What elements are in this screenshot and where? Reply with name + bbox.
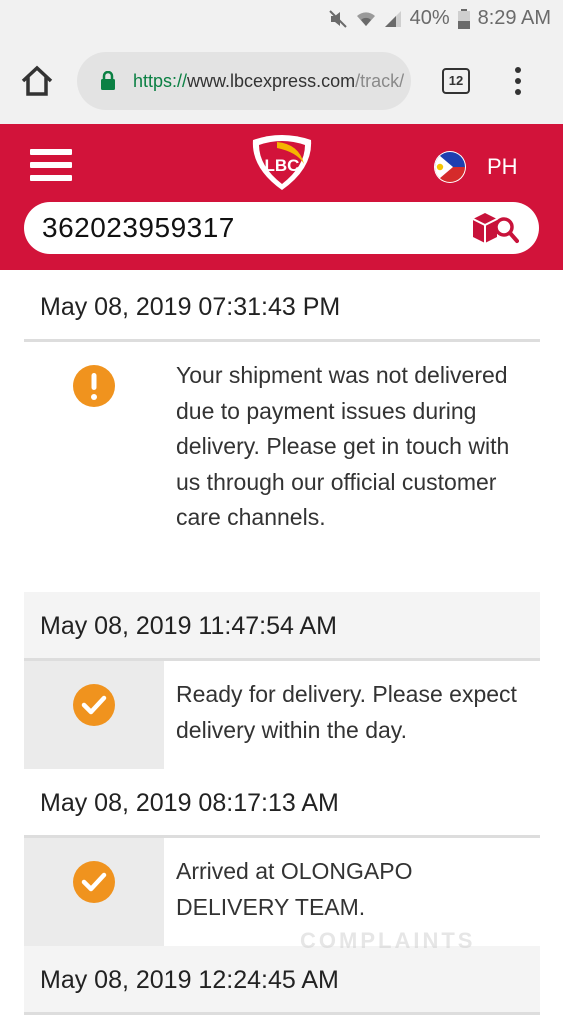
battery-level: 40%: [409, 7, 450, 29]
event-datetime-text: May 08, 2019 11:47:54 AM: [40, 612, 337, 640]
philippines-flag-icon[interactable]: [433, 150, 467, 189]
battery-icon: [457, 8, 470, 29]
site-header: LBC PH 362023959317: [0, 124, 563, 270]
tracking-search-field[interactable]: 362023959317: [24, 202, 539, 254]
watermark: COMPLAINTS: [300, 928, 476, 953]
clock: 8:29 AM: [477, 7, 551, 29]
event-datetime: May 08, 2019 11:47:54 AM: [24, 592, 540, 661]
home-icon[interactable]: [19, 63, 55, 99]
lock-icon: [100, 70, 116, 96]
event-message: Your shipment was not delivered due to p…: [176, 362, 510, 530]
address-bar[interactable]: https://www.lbcexpress.com/track/: [77, 52, 411, 110]
signal-icon: [384, 10, 402, 28]
event-datetime-text: May 08, 2019 08:17:13 AM: [40, 789, 339, 817]
event-icon-cell: [24, 838, 164, 946]
checkmark-icon: [72, 860, 116, 909]
overflow-menu-icon[interactable]: [513, 67, 523, 97]
event-datetime: May 08, 2019 12:24:45 AM: [24, 946, 540, 1015]
warning-icon: [72, 364, 116, 413]
event-icon-cell: [24, 342, 164, 590]
event-datetime-text: May 08, 2019 07:31:43 PM: [40, 293, 341, 321]
tab-switcher-button[interactable]: 12: [442, 68, 470, 94]
tracking-number-input[interactable]: 362023959317: [42, 212, 235, 244]
checkmark-icon: [72, 683, 116, 732]
browser-toolbar: https://www.lbcexpress.com/track/ 12: [0, 38, 563, 124]
event-detail: Ready for delivery. Please expect delive…: [24, 661, 540, 769]
url-text: https://www.lbcexpress.com/track/: [133, 71, 404, 92]
wifi-icon: [356, 10, 376, 28]
event-datetime-text: May 08, 2019 12:24:45 AM: [40, 966, 339, 994]
url-path: /track/: [355, 71, 405, 91]
url-scheme: https://: [133, 71, 188, 91]
lbc-logo[interactable]: LBC: [247, 134, 317, 197]
hamburger-menu-icon[interactable]: [30, 149, 72, 185]
logo-text: LBC: [265, 156, 300, 175]
event-message: Ready for delivery. Please expect delive…: [176, 681, 517, 743]
mute-icon: [328, 9, 348, 29]
event-icon-cell: [24, 661, 164, 769]
region-label[interactable]: PH: [487, 154, 518, 180]
event-datetime: May 08, 2019 07:31:43 PM: [24, 273, 540, 342]
event-message: Arrived at OLONGAPO DELIVERY TEAM.: [176, 858, 413, 920]
event-datetime: May 08, 2019 08:17:13 AM: [24, 769, 540, 838]
status-bar: 40% 8:29 AM: [0, 0, 563, 38]
event-detail: Your shipment was not delivered due to p…: [24, 342, 540, 590]
package-search-icon[interactable]: [471, 211, 519, 250]
url-host: www.lbcexpress.com: [187, 71, 356, 91]
